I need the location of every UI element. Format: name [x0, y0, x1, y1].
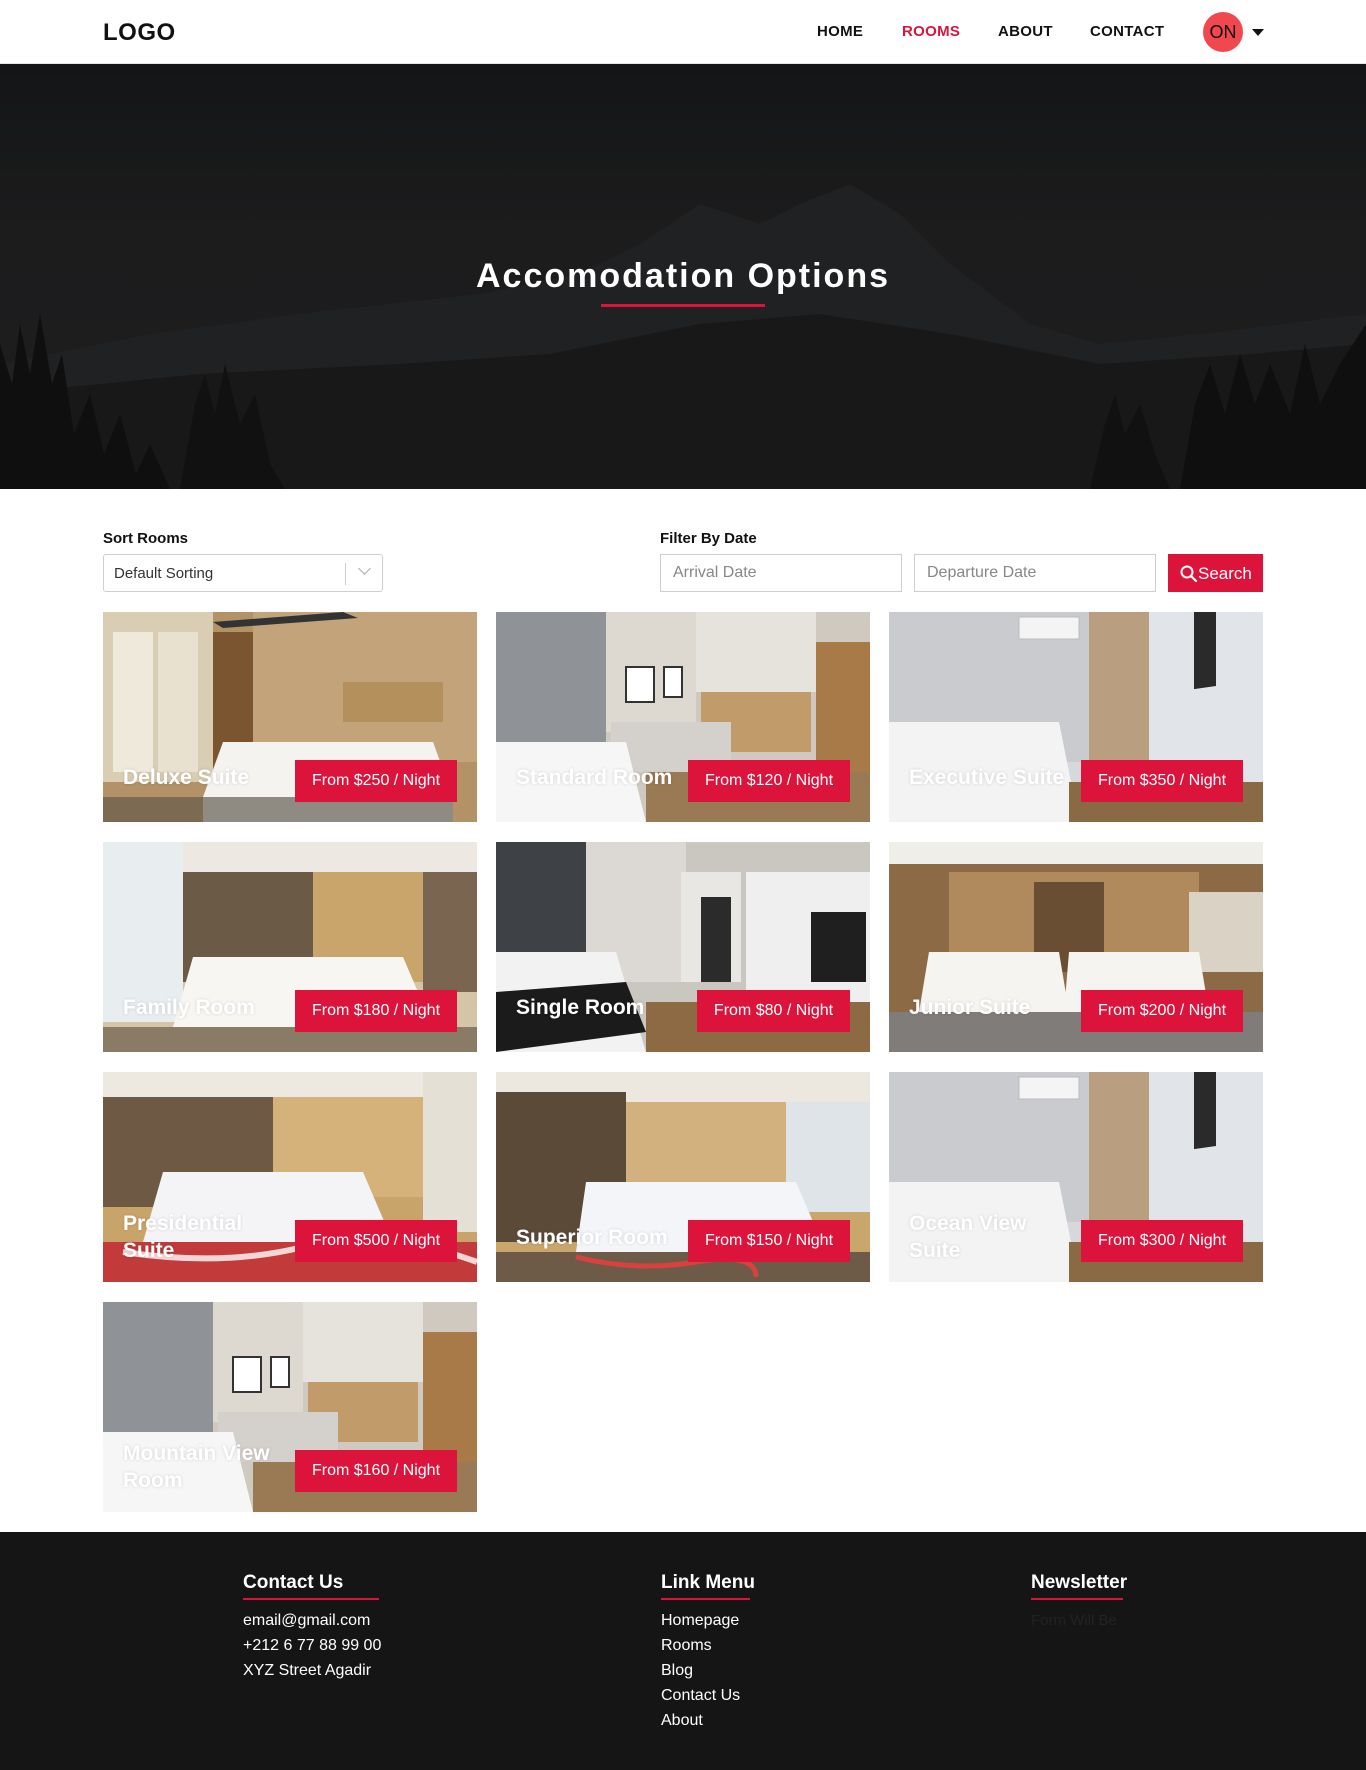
room-name: Junior Suite: [909, 996, 1031, 1019]
footer-newsletter-placeholder: Form Will Be: [1031, 1612, 1117, 1629]
hero-title: Accomodation Options: [476, 257, 890, 295]
price-tag[interactable]: From $200 / Night: [1081, 990, 1243, 1032]
price-tag[interactable]: From $500 / Night: [295, 1220, 457, 1262]
room-card[interactable]: Presidential Suite From $500 / Night: [103, 1072, 477, 1282]
footer-link-blog[interactable]: Blog: [661, 1662, 693, 1680]
room-card[interactable]: Single Room From $80 / Night: [496, 842, 870, 1052]
room-card[interactable]: Ocean View Suite From $300 / Night: [889, 1072, 1263, 1282]
room-card[interactable]: Standard Room From $120 / Night: [496, 612, 870, 822]
sort-select[interactable]: Default Sorting: [103, 554, 383, 592]
price-tag[interactable]: From $180 / Night: [295, 990, 457, 1032]
footer-links-underline: [661, 1598, 750, 1600]
logo[interactable]: LOGO: [103, 19, 176, 47]
arrival-date-input[interactable]: [661, 555, 901, 591]
nav-home-link[interactable]: HOME: [817, 23, 863, 40]
footer-link-about[interactable]: About: [661, 1712, 703, 1730]
room-card[interactable]: Mountain View Room From $160 / Night: [103, 1302, 477, 1512]
sort-rooms-label: Sort Rooms: [103, 530, 189, 547]
room-card[interactable]: Junior Suite From $200 / Night: [889, 842, 1263, 1052]
departure-date-input[interactable]: [915, 555, 1155, 591]
navbar: LOGO HOME ROOMS ABOUT CONTACT ON: [0, 0, 1366, 64]
price-tag[interactable]: From $150 / Night: [688, 1220, 850, 1262]
room-card[interactable]: Superior Room From $150 / Night: [496, 1072, 870, 1282]
footer-links-title: Link Menu: [661, 1572, 755, 1593]
price-tag[interactable]: From $250 / Night: [295, 760, 457, 802]
footer-newsletter-underline: [1031, 1598, 1123, 1600]
room-name: Ocean View Suite: [909, 1212, 1027, 1262]
filter-by-date-label: Filter By Date: [660, 530, 757, 547]
arrival-date-field[interactable]: [660, 554, 902, 592]
room-card[interactable]: Deluxe Suite From $250 / Night: [103, 612, 477, 822]
nav-rooms-link[interactable]: ROOMS: [902, 23, 960, 40]
room-name: Mountain View Room: [123, 1442, 270, 1492]
price-tag[interactable]: From $350 / Night: [1081, 760, 1243, 802]
room-name: Single Room: [516, 996, 645, 1019]
search-button[interactable]: Search: [1168, 554, 1263, 592]
search-button-label: Search: [1198, 564, 1252, 583]
footer: Contact Us email@gmail.com +212 6 77 88 …: [0, 1532, 1366, 1770]
footer-link-contact[interactable]: Contact Us: [661, 1687, 740, 1705]
footer-link-homepage[interactable]: Homepage: [661, 1612, 739, 1630]
price-tag[interactable]: From $300 / Night: [1081, 1220, 1243, 1262]
caret-down-icon[interactable]: [1252, 29, 1264, 36]
room-name: Presidential Suite: [123, 1212, 243, 1262]
footer-phone[interactable]: +212 6 77 88 99 00: [243, 1637, 381, 1655]
room-name: Standard Room: [516, 766, 673, 789]
room-name: Deluxe Suite: [123, 766, 250, 789]
room-name: Executive Suite: [909, 766, 1065, 789]
user-avatar[interactable]: ON: [1203, 12, 1243, 52]
departure-date-field[interactable]: [914, 554, 1156, 592]
room-name: Family Room: [123, 996, 255, 1019]
room-name: Superior Room: [516, 1226, 668, 1249]
nav-contact-link[interactable]: CONTACT: [1090, 23, 1164, 40]
room-card[interactable]: Executive Suite From $350 / Night: [889, 612, 1263, 822]
room-card[interactable]: Family Room From $180 / Night: [103, 842, 477, 1052]
price-tag[interactable]: From $80 / Night: [697, 990, 850, 1032]
nav-about-link[interactable]: ABOUT: [998, 23, 1053, 40]
price-tag[interactable]: From $120 / Night: [688, 760, 850, 802]
chevron-down-icon: [358, 562, 371, 575]
footer-email[interactable]: email@gmail.com: [243, 1612, 370, 1630]
select-separator: [345, 563, 346, 585]
footer-contact-underline: [243, 1598, 379, 1600]
sort-select-value: Default Sorting: [114, 565, 214, 582]
footer-link-rooms[interactable]: Rooms: [661, 1637, 712, 1655]
hero-banner: Accomodation Options: [0, 64, 1366, 489]
footer-newsletter-title: Newsletter: [1031, 1572, 1128, 1593]
footer-address: XYZ Street Agadir: [243, 1662, 372, 1679]
search-icon: [1180, 565, 1198, 583]
hero-title-underline: [601, 304, 765, 307]
footer-contact-title: Contact Us: [243, 1572, 344, 1593]
price-tag[interactable]: From $160 / Night: [295, 1450, 457, 1492]
